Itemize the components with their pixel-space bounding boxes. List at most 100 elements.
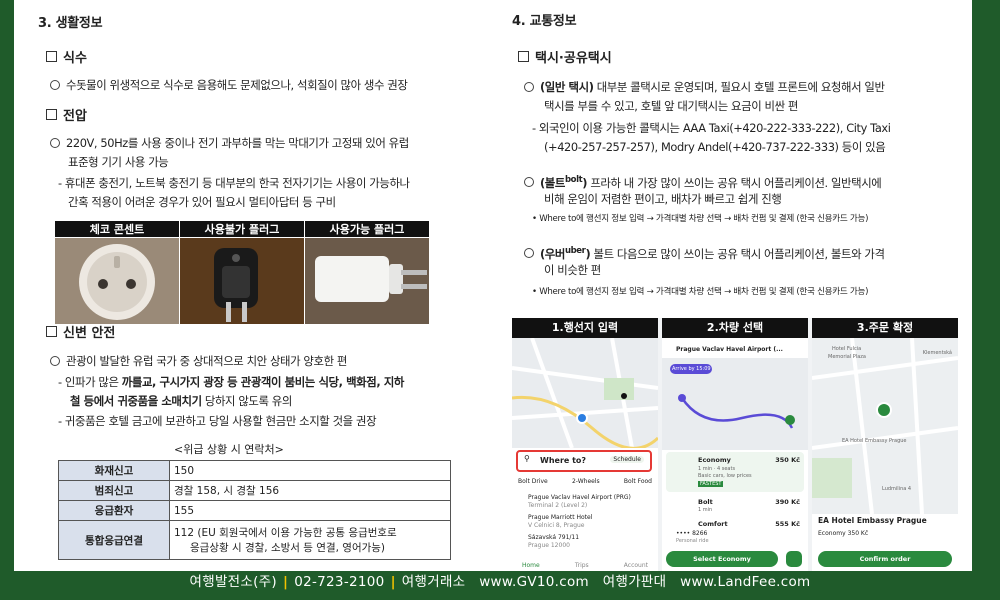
route-header: Prague Vaclav Havel Airport (... bbox=[676, 346, 783, 353]
order-panel: EA Hotel Embassy Prague Economy 350 Kč C… bbox=[816, 514, 954, 571]
subsection-water-label: 식수 bbox=[63, 51, 87, 66]
ride-option-bolt[interactable]: Bolt 390 Kč 1 min bbox=[666, 496, 804, 516]
map-view bbox=[512, 338, 658, 448]
bolt-steps: • Where to에 행선지 정보 입력 → 가격대별 차량 선택 → 배차 … bbox=[532, 214, 869, 224]
table-row: 응급환자 155 bbox=[58, 500, 451, 521]
power-text-2: 표준형 기기 사용 가능 bbox=[68, 155, 169, 169]
section-title-transport: 4. 교통정보 bbox=[512, 14, 577, 29]
table-row: 통합응급연결 112 (EU 회원국에서 이용 가능한 공통 응급번호로 응급상황 … bbox=[58, 520, 451, 560]
emergency-value: 경찰 158, 시 경찰 156 bbox=[169, 480, 451, 501]
tab-bolt-drive[interactable]: Bolt Drive bbox=[518, 478, 548, 485]
circle-bullet-icon bbox=[50, 355, 60, 366]
subsection-power: 전압 bbox=[46, 105, 87, 124]
safety-note-2: - 귀중품은 호텔 금고에 보관하고 당일 사용할 현금만 소지할 것을 권장 bbox=[58, 414, 377, 428]
step-title: 3.주문 확정 bbox=[812, 318, 958, 338]
tab-2-wheels[interactable]: 2-Wheels bbox=[572, 478, 600, 485]
safety-text: 관광이 발달한 유럽 국가 중 상대적으로 치안 상태가 양호한 편 bbox=[50, 352, 347, 371]
step-title: 2.차량 선택 bbox=[662, 318, 808, 338]
phone-step-3: 3.주문 확정 Hotel Fulcia Memorial Plaza Klem… bbox=[812, 318, 958, 571]
website-2[interactable]: www.LandFee.com bbox=[680, 574, 810, 590]
nav-trips[interactable]: Trips bbox=[575, 562, 589, 569]
photo-header-unusable: 사용불가 플러그 bbox=[179, 220, 305, 238]
safety-note-1: - 인파가 많은 까를교, 구시가지 광장 등 관광객이 붐비는 식당, 백화점… bbox=[58, 375, 404, 389]
emergency-table: 화재신고 150 범죄신고 경찰 158, 시 경찰 156 응급환자 155 통합응… bbox=[58, 460, 451, 560]
map-label: Hotel Fulcia bbox=[832, 346, 862, 352]
subsection-power-label: 전압 bbox=[63, 109, 87, 124]
circle-bullet-icon bbox=[524, 177, 534, 188]
usable-plug-photo bbox=[304, 237, 430, 329]
circle-bullet-icon bbox=[50, 79, 60, 90]
subsection-safety-label: 신변 안전 bbox=[63, 326, 116, 341]
map-label: Memorial Plaza bbox=[828, 354, 866, 360]
emergency-key: 통합응급연결 bbox=[58, 520, 170, 560]
company-name: 여행발전소(주) bbox=[189, 574, 277, 590]
step-title: 1.행선지 입력 bbox=[512, 318, 658, 338]
search-icon: ⚲ bbox=[524, 454, 530, 463]
subsection-safety: 신변 안전 bbox=[46, 322, 115, 341]
section-title-living: 3. 생활정보 bbox=[38, 16, 103, 31]
bolt-text-2: 비해 운임이 저렴한 편이고, 배차가 빠르고 쉽게 진행 bbox=[544, 192, 782, 206]
list-item[interactable]: Sázavská 791/11 Prague 12000 bbox=[528, 534, 631, 550]
power-note-2: 간혹 적용이 어려운 경우가 있어 필요시 멀티아답터 등 구비 bbox=[68, 195, 336, 209]
emergency-key: 응급환자 bbox=[58, 500, 170, 521]
website-1[interactable]: www.GV10.com bbox=[479, 574, 589, 590]
brand-2: 여행가판대 bbox=[602, 574, 667, 590]
checkbox-square-icon bbox=[46, 326, 57, 337]
power-text: 220V, 50Hz를 사용 중이나 전기 과부하를 막는 막대기가 고정돼 있… bbox=[50, 134, 409, 153]
emergency-value: 112 (EU 회원국에서 이용 가능한 공통 응급번호로 응급상황 시 경찰, … bbox=[169, 520, 451, 560]
tab-bolt-food[interactable]: Bolt Food bbox=[624, 478, 652, 485]
phone-number: 02-723-2100 bbox=[294, 574, 385, 590]
table-row: 범죄신고 경찰 158, 시 경찰 156 bbox=[58, 480, 451, 501]
uber-text-2: 이 비슷한 편 bbox=[544, 263, 601, 277]
circle-bullet-icon bbox=[524, 81, 534, 92]
uber-steps: • Where to에 행선지 정보 입력 → 가격대별 차량 선택 → 배차 … bbox=[532, 287, 869, 297]
footer-bar: 여행발전소(주) | 02-723-2100 | 여행거래소 www.GV10.com … bbox=[189, 574, 811, 590]
list-item[interactable]: Prague Vaclav Havel Airport (PRG) Termina… bbox=[528, 494, 631, 510]
regular-taxi-note-2: (+420-257-257-257), Modry Andel(+420-737… bbox=[544, 140, 886, 154]
brand-1: 여행거래소 bbox=[401, 574, 466, 590]
emergency-key: 범죄신고 bbox=[58, 480, 170, 501]
photo-header-socket: 체코 콘센트 bbox=[54, 220, 180, 238]
payment-card[interactable]: •••• 8266 Personal ride bbox=[676, 530, 709, 544]
calendar-icon[interactable] bbox=[786, 551, 802, 567]
safety-note-1b: 철 등에서 귀중품을 소매치기 당하지 않도록 유의 bbox=[70, 394, 292, 408]
map-label: Klementská bbox=[922, 350, 952, 356]
ride-option-economy[interactable]: Economy 350 Kč 1 min · 4 seats Basic car… bbox=[666, 452, 804, 492]
list-item[interactable]: Prague Marriott Hotel V Celnici 8, Prague bbox=[528, 514, 631, 530]
checkbox-square-icon bbox=[46, 51, 57, 62]
app-screenshots: 1.행선지 입력 ⚲ Where to? Schedule Bolt Drive… bbox=[512, 318, 958, 571]
destination-name: EA Hotel Embassy Prague bbox=[818, 516, 927, 525]
select-economy-button[interactable]: Select Economy bbox=[666, 551, 778, 567]
regular-taxi-note: - 외국인이 이용 가능한 콜택시는 AAA Taxi(+420-222-333… bbox=[532, 121, 891, 135]
map-label: Ludmilina 4 bbox=[882, 486, 912, 492]
regular-taxi-text: (일반 택시) 대부분 콜택시로 운영되며, 필요시 호텔 프론트에 요청해서 … bbox=[524, 78, 885, 97]
schedule-button[interactable]: Schedule bbox=[610, 456, 644, 463]
arrive-label: Arrive by 15:09 bbox=[672, 366, 711, 372]
czech-socket-photo bbox=[54, 237, 180, 329]
emergency-key: 화재신고 bbox=[58, 460, 170, 481]
table-row: 화재신고 150 bbox=[58, 460, 451, 481]
plug-photo-table: 체코 콘센트 사용불가 플러그 사용가능 플러그 bbox=[54, 220, 430, 329]
power-note: - 휴대폰 충전기, 노트북 충전기 등 대부분의 한국 전자기기는 사용이 가… bbox=[58, 176, 410, 190]
confirm-order-button[interactable]: Confirm order bbox=[818, 551, 952, 567]
circle-bullet-icon bbox=[50, 137, 60, 148]
phone-step-1: 1.행선지 입력 ⚲ Where to? Schedule Bolt Drive… bbox=[512, 318, 658, 571]
subsection-taxi: 택시·공유택시 bbox=[518, 47, 612, 66]
where-to-search[interactable]: ⚲ Where to? Schedule bbox=[516, 450, 652, 472]
search-placeholder: Where to? bbox=[540, 456, 587, 465]
emergency-caption: <위급 상황 시 연락처> bbox=[174, 443, 284, 456]
nav-home[interactable]: Home bbox=[522, 562, 540, 569]
emergency-value: 155 bbox=[169, 500, 451, 521]
bottom-nav: Home Trips Account bbox=[522, 562, 648, 569]
recent-places: Prague Vaclav Havel Airport (PRG) Termina… bbox=[528, 494, 631, 550]
regular-taxi-text-2: 택시를 부를 수 있고, 호텔 앞 대기택시는 요금이 비싼 편 bbox=[544, 99, 798, 113]
ride-summary: Economy 350 Kč bbox=[818, 530, 869, 537]
water-text: 수돗물이 위생적으로 식수로 음용해도 문제없으나, 석회질이 많아 생수 권장 bbox=[50, 76, 408, 95]
circle-bullet-icon bbox=[524, 248, 534, 259]
service-tabs: Bolt Drive 2-Wheels Bolt Food bbox=[518, 478, 652, 485]
subsection-water: 식수 bbox=[46, 47, 87, 66]
nav-account[interactable]: Account bbox=[624, 562, 648, 569]
unusable-plug-photo bbox=[179, 237, 305, 329]
ride-options: Economy 350 Kč 1 min · 4 seats Basic car… bbox=[666, 452, 804, 534]
map-label: EA Hotel Embassy Prague bbox=[842, 438, 907, 444]
